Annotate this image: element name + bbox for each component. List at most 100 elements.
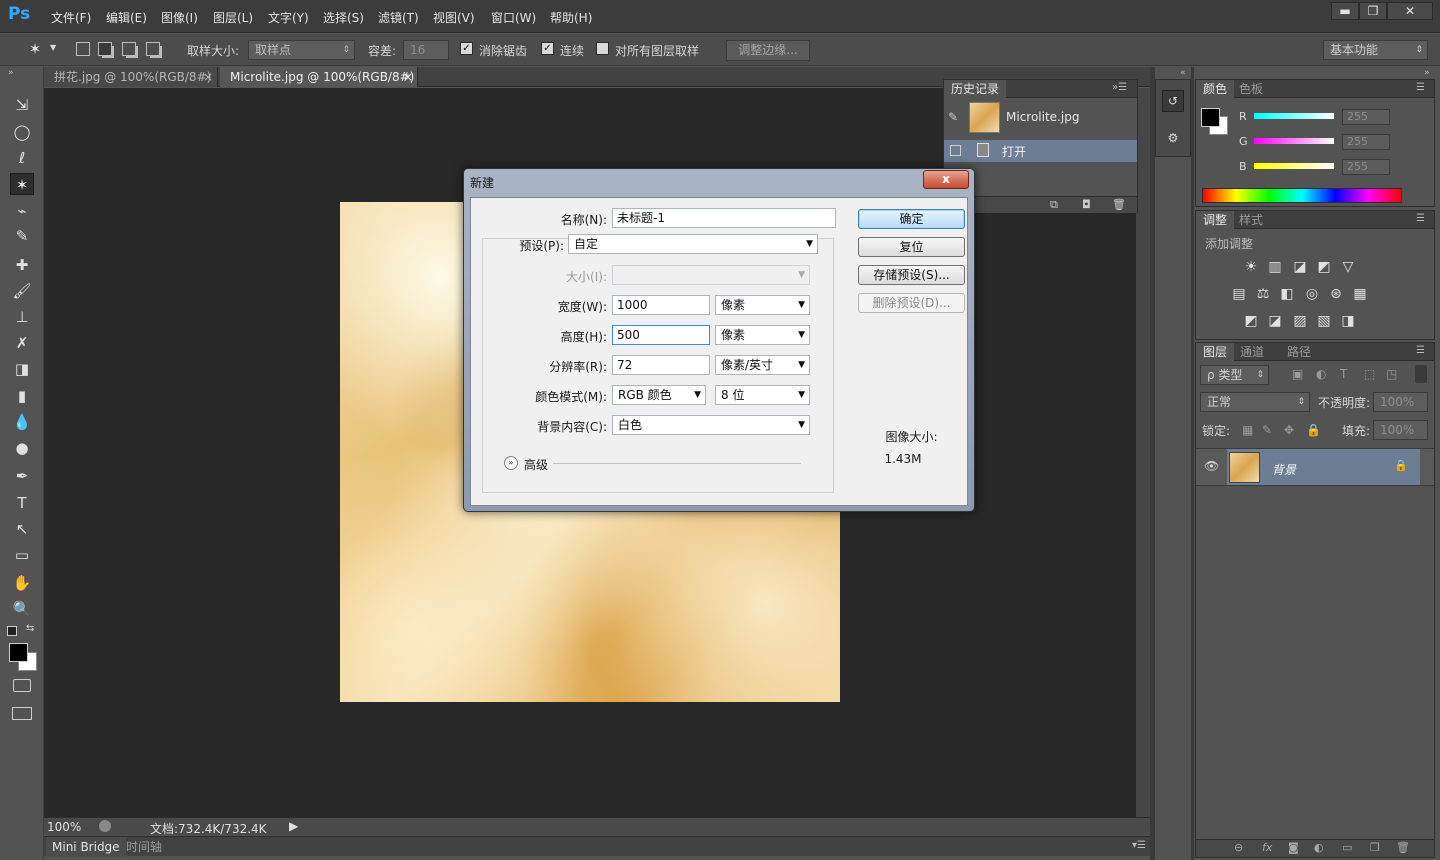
channel-mixer-icon[interactable]: ⊛: [1327, 285, 1345, 303]
close-window-button[interactable]: ✕: [1387, 2, 1433, 20]
vertical-scrollbar[interactable]: [1136, 88, 1150, 817]
type-tool-icon[interactable]: T: [10, 492, 34, 514]
clone-stamp-tool-icon[interactable]: ⊥: [10, 306, 34, 328]
red-slider[interactable]: R 255: [1236, 109, 1436, 125]
menu-edit[interactable]: 编辑(E): [106, 9, 147, 26]
refine-edge-button[interactable]: 调整边缘...: [726, 40, 810, 61]
menu-file[interactable]: 文件(F): [51, 9, 91, 26]
quick-mask-icon[interactable]: [13, 679, 31, 692]
tab-color[interactable]: 颜色: [1196, 80, 1235, 98]
layer-row-background[interactable]: 👁 背景 🔒: [1196, 448, 1434, 486]
fx-icon[interactable]: fx: [1262, 841, 1272, 854]
subtract-selection-icon[interactable]: [122, 42, 136, 56]
color-lookup-icon[interactable]: ▦: [1351, 285, 1369, 303]
menu-image[interactable]: 图像(I): [161, 9, 198, 26]
filter-type-icon[interactable]: T: [1340, 367, 1347, 381]
chevron-down-icon[interactable]: ▼: [50, 43, 56, 52]
filter-toggle-switch[interactable]: [1415, 365, 1427, 383]
color-mode-select[interactable]: RGB 颜色 ▼: [612, 385, 706, 405]
red-slider-track[interactable]: [1254, 113, 1334, 119]
panel-divider[interactable]: [1191, 67, 1194, 860]
minimize-button[interactable]: ▬: [1331, 2, 1359, 20]
collapse-toolbar-icon[interactable]: »: [8, 68, 14, 78]
width-unit-select[interactable]: 像素 ▼: [715, 295, 810, 315]
tab-swatches[interactable]: 色板: [1232, 80, 1270, 98]
pen-tool-icon[interactable]: ✒: [10, 465, 34, 487]
fill-input[interactable]: 100%: [1373, 420, 1428, 440]
dodge-tool-icon[interactable]: ●: [10, 437, 34, 459]
reset-button[interactable]: 复位: [858, 237, 965, 257]
expand-panels-icon[interactable]: »: [1424, 68, 1430, 78]
gradient-tool-icon[interactable]: ▮: [10, 385, 34, 407]
snapshot-label[interactable]: Microlite.jpg: [1006, 110, 1079, 124]
black-white-icon[interactable]: ◧: [1278, 285, 1296, 303]
blue-slider[interactable]: B 255: [1236, 159, 1436, 175]
add-mask-icon[interactable]: ◙: [1288, 841, 1299, 854]
ok-button[interactable]: 确定: [858, 209, 965, 229]
lock-all-icon[interactable]: 🔒: [1306, 423, 1321, 437]
hand-tool-icon[interactable]: ✋: [10, 572, 34, 594]
tab-history[interactable]: 历史记录: [944, 80, 1007, 98]
panel-menu-icon[interactable]: »☰: [1112, 82, 1127, 93]
history-brush-tool-icon[interactable]: ✗: [10, 332, 34, 354]
tab-pinhua[interactable]: 拼花.jpg @ 100%(RGB/8#) ×: [44, 67, 218, 87]
magic-wand-icon[interactable]: ✶: [24, 40, 46, 60]
tab-channels[interactable]: 通道: [1233, 343, 1271, 361]
link-layers-icon[interactable]: ⊖: [1234, 841, 1243, 854]
close-tab-icon[interactable]: ×: [403, 67, 413, 87]
advanced-label[interactable]: 高级: [524, 456, 548, 473]
swap-colors-icon[interactable]: ⇆: [26, 623, 34, 634]
collapse-dock-icon[interactable]: «: [1180, 68, 1186, 78]
tolerance-input[interactable]: 16: [403, 40, 449, 60]
background-select[interactable]: 白色 ▼: [612, 415, 810, 435]
tab-timeline[interactable]: 时间轴: [120, 837, 168, 857]
workspace-select[interactable]: 基本功能 ⇕: [1323, 40, 1428, 60]
panel-menu-icon[interactable]: ☰: [1416, 82, 1425, 93]
properties-dock-icon[interactable]: ⚙: [1162, 128, 1184, 150]
resolution-field[interactable]: 72: [612, 355, 710, 375]
resolution-unit-select[interactable]: 像素/英寸 ▼: [715, 355, 810, 375]
save-preset-button[interactable]: 存储预设(S)...: [858, 265, 965, 285]
tab-microlite[interactable]: Microlite.jpg @ 100%(RGB/8#) ×: [220, 67, 418, 87]
new-group-icon[interactable]: ▭: [1342, 841, 1352, 854]
menu-view[interactable]: 视图(V): [433, 9, 475, 26]
invert-icon[interactable]: ◩: [1242, 312, 1260, 330]
green-slider-track[interactable]: [1254, 138, 1334, 144]
bit-depth-select[interactable]: 8 位 ▼: [715, 385, 810, 405]
lock-pixels-icon[interactable]: ✎: [1262, 423, 1272, 437]
history-step-row[interactable]: 打开: [944, 140, 1137, 162]
selective-color-icon[interactable]: ▧: [1315, 312, 1333, 330]
new-document-from-state-icon[interactable]: ⧉: [1050, 198, 1058, 212]
all-layers-checkbox[interactable]: [596, 42, 609, 55]
tab-styles[interactable]: 样式: [1232, 211, 1270, 229]
panel-menu-icon[interactable]: ☰: [1416, 345, 1425, 356]
width-field[interactable]: 1000: [612, 295, 710, 315]
filter-adjustment-icon[interactable]: ◐: [1316, 367, 1326, 381]
trash-icon[interactable]: 🗑: [1396, 841, 1410, 854]
opacity-input[interactable]: 100%: [1373, 392, 1428, 412]
sample-size-select[interactable]: 取样点 ⇕: [248, 40, 355, 60]
lasso-tool-icon[interactable]: ℓ: [10, 147, 34, 169]
green-slider[interactable]: G 255: [1236, 134, 1436, 150]
lock-transparent-icon[interactable]: ▦: [1242, 423, 1253, 437]
tab-paths[interactable]: 路径: [1280, 343, 1318, 361]
filter-pixel-icon[interactable]: ▣: [1292, 367, 1303, 381]
hue-saturation-icon[interactable]: ▤: [1230, 285, 1248, 303]
brush-tool-icon[interactable]: 🖌: [10, 280, 34, 302]
eyedropper-tool-icon[interactable]: ✎: [10, 225, 34, 247]
red-value[interactable]: 255: [1342, 109, 1390, 125]
height-field[interactable]: 500: [612, 325, 710, 345]
layer-name[interactable]: 背景: [1272, 461, 1296, 478]
menu-select[interactable]: 选择(S): [323, 9, 364, 26]
height-unit-select[interactable]: 像素 ▼: [715, 325, 810, 345]
layer-thumbnail[interactable]: [1229, 452, 1260, 483]
dialog-close-button[interactable]: x: [923, 170, 969, 189]
blue-value[interactable]: 255: [1342, 159, 1390, 175]
history-dock-icon[interactable]: ↺: [1162, 90, 1184, 112]
magic-wand-tool-icon[interactable]: ✶: [10, 173, 34, 195]
green-value[interactable]: 255: [1342, 134, 1390, 150]
blur-tool-icon[interactable]: 💧: [10, 411, 34, 433]
default-colors-icon[interactable]: [7, 626, 17, 636]
healing-brush-tool-icon[interactable]: ✚: [10, 254, 34, 276]
exposure-icon[interactable]: ◩: [1315, 258, 1333, 276]
